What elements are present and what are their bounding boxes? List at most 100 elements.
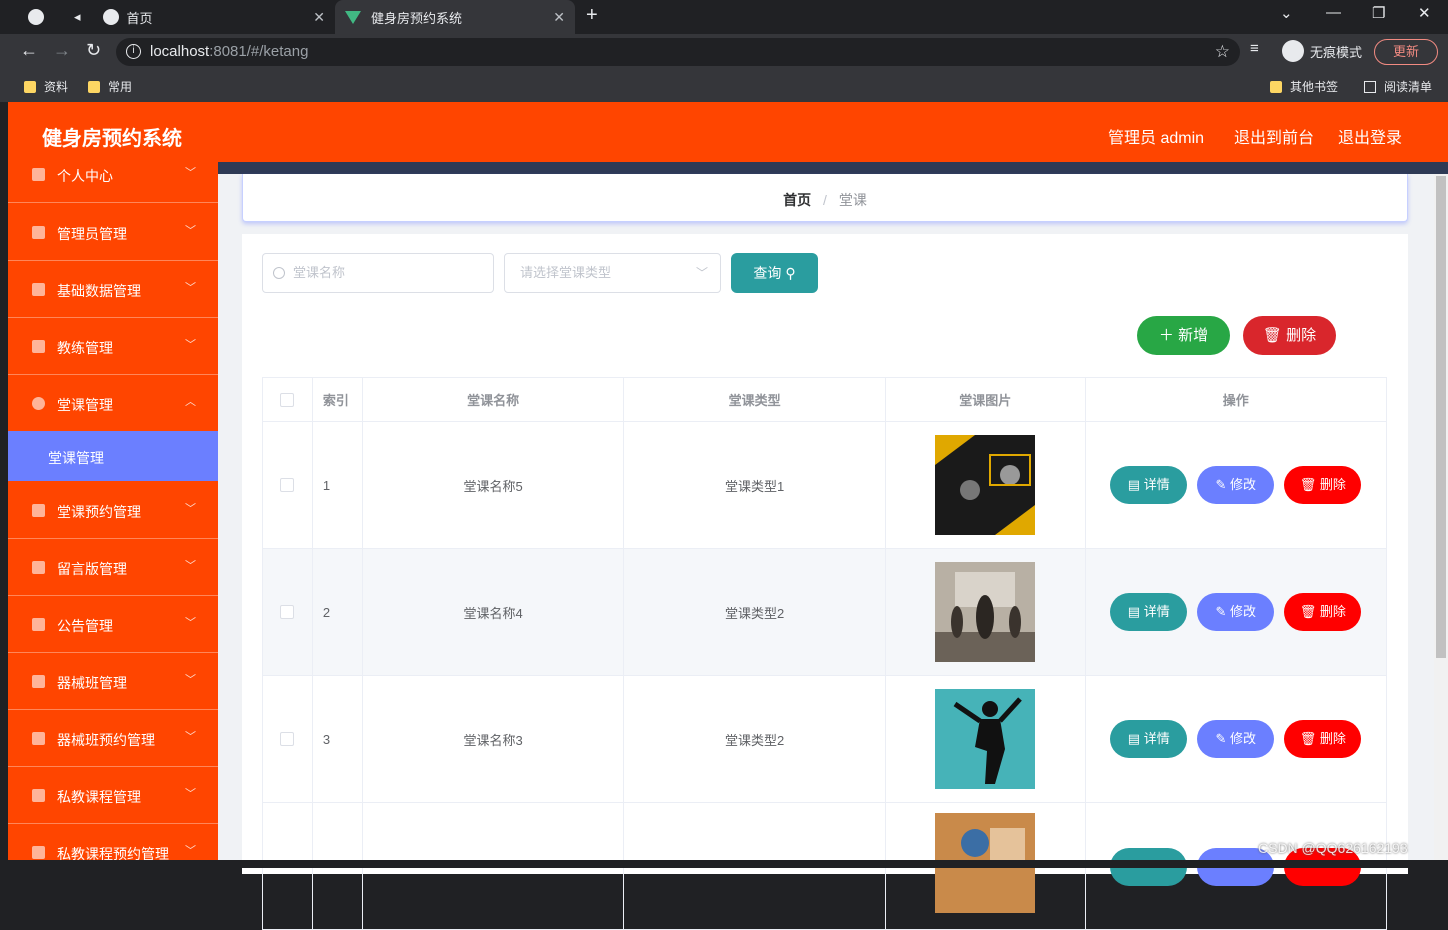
incognito-label: 无痕模式 xyxy=(1310,44,1363,60)
query-label: 查询 xyxy=(753,265,782,281)
tab-active[interactable]: 健身房预约系统 ✕ xyxy=(335,0,575,34)
breadcrumb-home[interactable]: 首页 xyxy=(783,192,811,208)
sidebar-item-admins[interactable]: 管理员管理 ﹀ xyxy=(8,204,218,261)
class-image[interactable] xyxy=(935,689,1036,789)
class-image[interactable] xyxy=(935,562,1036,662)
globe-icon xyxy=(28,9,44,25)
edit-icon: ✎ xyxy=(1215,731,1231,746)
bookmark-star-icon[interactable]: ☆ xyxy=(1215,38,1230,66)
update-button[interactable]: 更新 xyxy=(1374,39,1438,65)
page-scrollbar[interactable] xyxy=(1434,174,1448,868)
delete-button[interactable]: 🗑 删除 xyxy=(1284,720,1362,758)
edit-button[interactable]: ✎ 修改 xyxy=(1197,593,1275,631)
admin-icon xyxy=(32,226,45,239)
table-row: 1 堂课名称5 堂课类型1 ▤ 详情 ✎ 修改 🗑 删除 xyxy=(263,422,1386,549)
tab-home[interactable]: ◂ 首页 ✕ xyxy=(20,0,335,34)
delete-button[interactable]: 🗑 删除 xyxy=(1284,593,1362,631)
detail-button[interactable]: ▤ 详情 xyxy=(1110,466,1188,504)
trash-icon: 🗑 xyxy=(1299,477,1320,492)
close-icon[interactable]: ✕ xyxy=(313,9,325,26)
sidebar-item-label: 器械班管理 xyxy=(57,675,127,691)
tab-label: 健身房预约系统 xyxy=(371,10,463,26)
class-image[interactable] xyxy=(935,435,1036,535)
folder-icon xyxy=(24,80,36,93)
sidebar-item-coaches[interactable]: 教练管理 ﹀ xyxy=(8,318,218,375)
bookmark-folder[interactable]: 常用 xyxy=(88,78,132,95)
tab-search-icon[interactable]: ⌄ xyxy=(1280,4,1293,22)
sidebar-item-equipment-booking[interactable]: 器械班预约管理 ﹀ xyxy=(8,710,218,767)
detail-button[interactable]: ▤ 详情 xyxy=(1110,593,1188,631)
media-queue-icon[interactable]: ≡ xyxy=(1250,40,1259,57)
admin-label: 管理员 admin xyxy=(1108,130,1205,147)
chart-icon xyxy=(32,618,45,631)
search-icon xyxy=(273,267,285,279)
bookmark-label: 常用 xyxy=(108,80,133,94)
sidebar-item-profile[interactable]: 个人中心 ﹀ xyxy=(8,162,218,203)
close-icon[interactable]: ✕ xyxy=(553,9,565,26)
table-header-row: 索引 堂课名称 堂课类型 堂课图片 操作 xyxy=(263,378,1386,422)
app-title: 健身房预约系统 xyxy=(42,128,182,150)
sidebar-item-base-data[interactable]: 基础数据管理 ﹀ xyxy=(8,261,218,318)
window-close-icon[interactable]: ✕ xyxy=(1418,4,1431,22)
new-tab-icon[interactable]: + xyxy=(586,4,598,27)
tab-label: 首页 xyxy=(126,10,153,26)
sidebar-subitem-classes[interactable]: 堂课管理 xyxy=(8,431,218,481)
row-type: 堂课类型2 xyxy=(624,676,886,802)
frontend-link[interactable]: 退出到前台 xyxy=(1234,124,1314,148)
sidebar-item-class-booking[interactable]: 堂课预约管理 ﹀ xyxy=(8,482,218,539)
edit-label: 修改 xyxy=(1230,477,1257,492)
sidebar-item-label: 留言版管理 xyxy=(57,561,127,577)
message-icon xyxy=(32,561,45,574)
scrollbar-thumb[interactable] xyxy=(1436,176,1446,658)
add-button[interactable]: ＋ 新增 xyxy=(1137,316,1230,355)
plus-icon: ＋ xyxy=(1158,327,1179,344)
sidebar-item-notices[interactable]: 公告管理 ﹀ xyxy=(8,596,218,653)
search-placeholder: 堂课名称 xyxy=(293,265,346,280)
reading-list[interactable]: 阅读清单 xyxy=(1364,78,1432,95)
document-icon: ▤ xyxy=(1127,604,1144,619)
trash-icon: 🗑 xyxy=(1299,731,1320,746)
search-input[interactable]: 堂课名称 xyxy=(262,253,494,293)
edit-label: 修改 xyxy=(1230,604,1257,619)
chevron-down-icon: ﹀ xyxy=(185,225,196,237)
sidebar-item-messages[interactable]: 留言版管理 ﹀ xyxy=(8,539,218,596)
address-bar[interactable]: i localhost:8081/#/ketang ☆ xyxy=(116,38,1240,66)
restore-icon[interactable]: ❐ xyxy=(1372,4,1385,22)
detail-label: 详情 xyxy=(1143,731,1170,746)
sidebar-item-classes[interactable]: 堂课管理 ︿ xyxy=(8,375,218,432)
chevron-down-icon: ﹀ xyxy=(695,266,708,280)
breadcrumb-current: 堂课 xyxy=(838,192,867,208)
bookmark-folder[interactable]: 资料 xyxy=(24,78,68,95)
edit-button[interactable]: ✎ 修改 xyxy=(1197,466,1275,504)
table-row: 3 堂课名称3 堂课类型2 ▤ 详情 ✎ 修改 🗑 删除 xyxy=(263,676,1386,803)
back-icon[interactable]: ← xyxy=(20,40,38,61)
query-button[interactable]: 查询 ⚲ xyxy=(731,253,818,293)
delete-button[interactable]: 🗑 删除 xyxy=(1284,466,1362,504)
info-icon[interactable]: i xyxy=(126,44,141,59)
select-all-checkbox[interactable] xyxy=(280,392,295,407)
row-index: 1 xyxy=(313,422,363,548)
row-type: 堂课类型2 xyxy=(624,549,886,675)
batch-delete-button[interactable]: 🗑 删除 xyxy=(1243,316,1336,355)
chevron-down-icon: ﹀ xyxy=(185,731,196,743)
detail-button[interactable]: ▤ 详情 xyxy=(1110,720,1188,758)
sidebar-item-equipment[interactable]: 器械班管理 ﹀ xyxy=(8,653,218,710)
row-checkbox[interactable] xyxy=(280,478,295,492)
class-type-select[interactable]: 请选择堂课类型 ﹀ xyxy=(504,253,721,293)
col-header-name: 堂课名称 xyxy=(363,378,625,421)
other-bookmarks[interactable]: 其他书签 xyxy=(1270,78,1338,95)
minimize-icon[interactable]: — xyxy=(1326,4,1341,21)
folder-icon xyxy=(1270,80,1282,93)
reload-icon[interactable]: ↻ xyxy=(86,40,101,61)
row-checkbox[interactable] xyxy=(280,732,295,746)
logout-link[interactable]: 退出登录 xyxy=(1338,124,1402,148)
row-checkbox[interactable] xyxy=(280,605,295,619)
forward-icon[interactable]: → xyxy=(53,40,71,61)
content-panel: 堂课名称 请选择堂课类型 ﹀ 查询 ⚲ ＋ 新增 🗑 删除 索引 堂课名称 堂课… xyxy=(242,234,1408,930)
incognito-indicator[interactable]: 无痕模式 xyxy=(1282,40,1362,62)
main-content: 首页 / 堂课 堂课名称 请选择堂课类型 ﹀ 查询 ⚲ ＋ 新增 🗑 删除 索引 xyxy=(218,174,1434,930)
edit-button[interactable]: ✎ 修改 xyxy=(1197,720,1275,758)
sidebar-item-private-courses[interactable]: 私教课程管理 ﹀ xyxy=(8,767,218,824)
speaker-icon: ◂ xyxy=(74,9,81,24)
delete-label: 删除 xyxy=(1286,327,1317,344)
